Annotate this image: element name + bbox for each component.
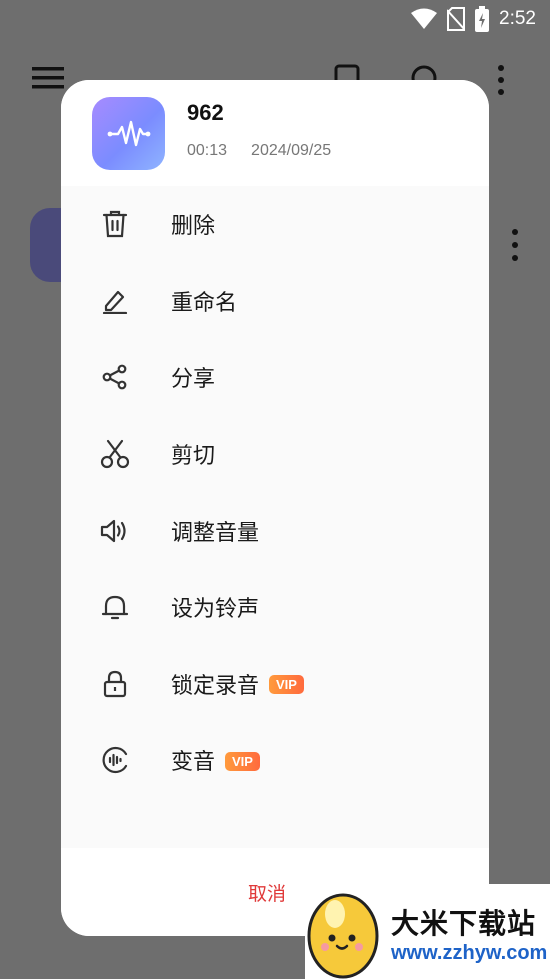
egg-mascot-logo <box>307 893 379 979</box>
menu-label: 调整音量 <box>171 520 260 546</box>
menu-label: 重命名 <box>171 290 238 316</box>
speaker-icon <box>99 515 131 547</box>
menu-label: 删除 <box>171 214 216 240</box>
vip-badge: VIP <box>225 751 260 771</box>
file-meta: 00:13 2024/09/25 <box>187 142 331 160</box>
menu-item-cut[interactable]: 剪切 <box>61 416 489 493</box>
trash-icon <box>99 208 131 240</box>
recording-logo <box>92 97 165 170</box>
battery-charging-icon <box>475 6 490 32</box>
recording-actions-sheet: 962 00:13 2024/09/25 删除 重命名 分享 剪切 调整音量 设… <box>61 80 489 936</box>
menu-item-lock[interactable]: 锁定录音 VIP <box>61 646 489 723</box>
item-more-icon[interactable] <box>510 228 520 262</box>
menu-label-text: 锁定录音 <box>171 673 260 699</box>
bell-icon <box>99 591 131 623</box>
status-bar: 2:52 <box>0 0 550 38</box>
menu-icon[interactable] <box>32 64 64 92</box>
share-icon <box>99 361 131 393</box>
menu-item-volume[interactable]: 调整音量 <box>61 492 489 569</box>
wifi-icon <box>411 8 438 29</box>
waveform-icon <box>107 120 150 146</box>
vip-badge: VIP <box>269 675 304 695</box>
sheet-header: 962 00:13 2024/09/25 <box>61 80 489 186</box>
menu-label: 分享 <box>171 367 216 393</box>
file-date: 2024/09/25 <box>251 142 332 159</box>
pencil-icon <box>99 285 131 317</box>
watermark-url: www.zzhyw.com <box>391 942 548 964</box>
menu-label: 剪切 <box>171 444 216 470</box>
status-time: 2:52 <box>499 8 536 29</box>
action-menu: 删除 重命名 分享 剪切 调整音量 设为铃声 锁定录音 VIP 变音 VIP <box>61 186 489 799</box>
cancel-button[interactable]: 取消 <box>248 879 286 906</box>
more-vertical-icon[interactable] <box>496 64 506 96</box>
voice-wave-icon <box>99 744 131 776</box>
menu-label: 变音 VIP <box>171 744 260 776</box>
menu-item-voice-change[interactable]: 变音 VIP <box>61 722 489 799</box>
lock-icon <box>99 668 131 700</box>
menu-item-share[interactable]: 分享 <box>61 339 489 416</box>
file-duration: 00:13 <box>187 142 228 159</box>
watermark: 大米下载站 www.zzhyw.com <box>305 884 550 979</box>
menu-item-ringtone[interactable]: 设为铃声 <box>61 569 489 646</box>
scissors-icon <box>99 438 131 470</box>
menu-item-rename[interactable]: 重命名 <box>61 263 489 340</box>
menu-label: 锁定录音 VIP <box>171 668 304 700</box>
menu-label-text: 变音 <box>171 750 216 776</box>
file-name: 962 <box>187 100 224 125</box>
menu-item-delete[interactable]: 删除 <box>61 186 489 263</box>
no-sim-icon <box>447 7 466 31</box>
watermark-title: 大米下载站 <box>391 907 537 940</box>
menu-label: 设为铃声 <box>171 597 260 623</box>
